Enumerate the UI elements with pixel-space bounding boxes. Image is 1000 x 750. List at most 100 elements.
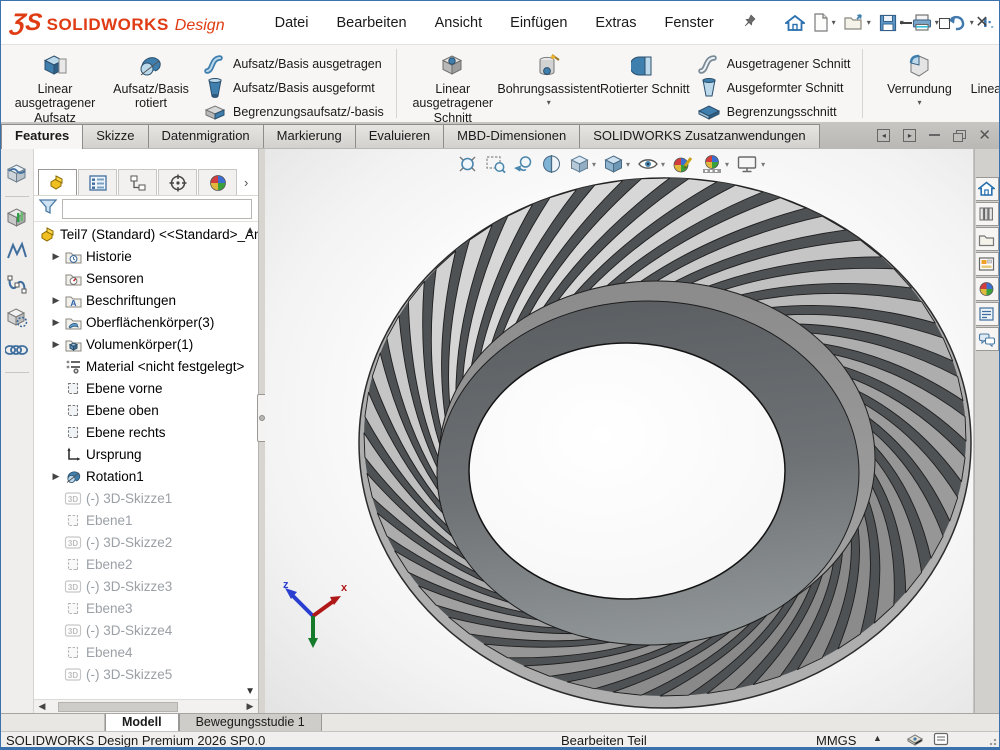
- tree-item-ebene-oben[interactable]: Ebene oben: [34, 399, 258, 421]
- view-settings-dropdown-caret[interactable]: ▾: [761, 160, 765, 169]
- tree-item-3d-skizze4[interactable]: 3D(-) 3D-Skizze4: [34, 619, 258, 641]
- hscroll-thumb[interactable]: [58, 702, 178, 712]
- tab-evaluieren[interactable]: Evaluieren: [355, 124, 444, 148]
- tree-item-beschriftungen[interactable]: ▶ABeschriftungen: [34, 289, 258, 311]
- display-style-button[interactable]: ▾: [601, 152, 632, 176]
- panel-tab-propertymanager[interactable]: [78, 169, 117, 195]
- pane-right-button[interactable]: ▸: [903, 129, 916, 142]
- panel-tab-dimxpert[interactable]: [158, 169, 197, 195]
- resize-grip[interactable]: [987, 736, 997, 746]
- panel-tabs-overflow[interactable]: ›: [240, 175, 252, 190]
- close-button[interactable]: ✕: [975, 16, 989, 30]
- tree-item-ebene1[interactable]: Ebene1: [34, 509, 258, 531]
- ribbon-button-aufsatz-basis-rotiert[interactable]: Aufsatz/Basis rotiert: [103, 48, 199, 111]
- edit-appearance-button[interactable]: [670, 152, 696, 176]
- mass-tag-button[interactable]: [906, 732, 924, 746]
- tree-item-3d-skizze3[interactable]: 3D(-) 3D-Skizze3: [34, 575, 258, 597]
- tree-item-rotation1[interactable]: ▶Rotation1: [34, 465, 258, 487]
- tab-skizze[interactable]: Skizze: [82, 124, 148, 148]
- hscroll-left-arrow[interactable]: ◀: [34, 701, 50, 712]
- apply-scene-dropdown-caret[interactable]: ▾: [725, 160, 729, 169]
- open-folder-button[interactable]: ▾: [841, 11, 874, 34]
- tree-expand-arrow[interactable]: ▶: [48, 339, 64, 350]
- panel-tab-appearances[interactable]: [198, 169, 237, 195]
- doc-minimize-button[interactable]: [929, 134, 940, 136]
- tree-expand-arrow[interactable]: ▶: [48, 471, 64, 482]
- tree-horizontal-scrollbar[interactable]: ◀ ▶: [34, 699, 258, 713]
- maximize-button[interactable]: [937, 16, 951, 30]
- sketch3d-tool-button[interactable]: [3, 302, 31, 332]
- design-library-button[interactable]: [976, 202, 999, 226]
- tree-expand-arrow[interactable]: ▶: [48, 295, 64, 306]
- panel-tab-configurationmanager[interactable]: [118, 169, 157, 195]
- ribbon-button-bohrungsassistent[interactable]: Bohrungsassistent▾: [501, 48, 597, 107]
- ribbon-button-begrenzungsaufsatz-basis[interactable]: Begrenzungsaufsatz/-basis: [199, 100, 388, 124]
- zoom-fit-button[interactable]: [455, 152, 480, 176]
- open-folder-dropdown-caret[interactable]: ▾: [867, 18, 871, 27]
- solid-tool-button[interactable]: [3, 203, 31, 233]
- menu-datei[interactable]: Datei: [263, 9, 321, 37]
- menu-fenster[interactable]: Fenster: [653, 9, 726, 37]
- display-style-dropdown-caret[interactable]: ▾: [626, 160, 630, 169]
- tree-item-3d-skizze2[interactable]: 3D(-) 3D-Skizze2: [34, 531, 258, 553]
- appearances-scenes-button[interactable]: [976, 277, 999, 301]
- study-tab-bewegungsstudie-1[interactable]: Bewegungsstudie 1: [179, 714, 322, 731]
- menu-einfgen[interactable]: Einfügen: [498, 9, 579, 37]
- hscroll-track[interactable]: [50, 701, 242, 713]
- ribbon-button-ausgeformter-schnitt[interactable]: Ausgeformter Schnitt: [693, 76, 855, 100]
- gear-model[interactable]: [265, 149, 974, 713]
- coil-tool-button[interactable]: [3, 335, 31, 365]
- doc-close-button[interactable]: ✕: [978, 126, 991, 144]
- tab-markierung[interactable]: Markierung: [263, 124, 356, 148]
- note-status-button[interactable]: [933, 732, 949, 746]
- pin-menu-button[interactable]: [736, 9, 764, 36]
- tab-datenmigration[interactable]: Datenmigration: [148, 124, 264, 148]
- curve-tool-button[interactable]: [3, 269, 31, 299]
- tree-scroll-up-arrow[interactable]: ▲: [245, 225, 255, 236]
- tree-item-3d-skizze1[interactable]: 3D(-) 3D-Skizze1: [34, 487, 258, 509]
- ribbon-dropdown-caret[interactable]: ▾: [917, 98, 921, 107]
- hide-show-items-button[interactable]: ▾: [635, 152, 667, 176]
- menu-extras[interactable]: Extras: [583, 9, 648, 37]
- ribbon-button-linear-ausgetragener-schnitt[interactable]: Linear ausgetragener Schnitt: [405, 48, 501, 125]
- ribbon-button-aufsatz-basis-ausgeformt[interactable]: Aufsatz/Basis ausgeformt: [199, 76, 388, 100]
- tree-item-ebene-vorne[interactable]: Ebene vorne: [34, 377, 258, 399]
- spline-tool-button[interactable]: [3, 236, 31, 266]
- study-tab-modell[interactable]: Modell: [105, 714, 179, 731]
- ribbon-button-begrenzungsschnitt[interactable]: Begrenzungsschnitt: [693, 100, 855, 124]
- apply-scene-button[interactable]: ▾: [699, 152, 731, 176]
- pane-left-button[interactable]: ◂: [877, 129, 890, 142]
- status-units[interactable]: MMGS: [816, 733, 856, 748]
- tree-item-material-nicht-festgelegt[interactable]: Material <nicht festgelegt>: [34, 355, 258, 377]
- ribbon-button-lineares-muster[interactable]: Lineares Muster▾: [967, 48, 1000, 107]
- ribbon-button-ausgetragener-schnitt[interactable]: Ausgetragener Schnitt: [693, 52, 855, 76]
- tree-item-ebene4[interactable]: Ebene4: [34, 641, 258, 663]
- tree-expand-arrow[interactable]: ▶: [48, 317, 64, 328]
- view-orientation-dropdown-caret[interactable]: ▾: [592, 160, 596, 169]
- ribbon-button-rotierter-schnitt[interactable]: Rotierter Schnitt: [597, 48, 693, 96]
- section-view-button[interactable]: [539, 152, 564, 176]
- tree-item-oberfl-chenk-rper-3[interactable]: ▶Oberflächenkörper(3): [34, 311, 258, 333]
- tree-expand-arrow[interactable]: ▶: [48, 251, 64, 262]
- view-settings-button[interactable]: ▾: [734, 152, 767, 176]
- ribbon-button-aufsatz-basis-ausgetragen[interactable]: Aufsatz/Basis ausgetragen: [199, 52, 388, 76]
- tree-filter-input[interactable]: [62, 199, 252, 219]
- home-button[interactable]: [782, 11, 808, 35]
- tree-item-3d-skizze5[interactable]: 3D(-) 3D-Skizze5: [34, 663, 258, 685]
- tree-item-ebene3[interactable]: Ebene3: [34, 597, 258, 619]
- hide-show-items-dropdown-caret[interactable]: ▾: [661, 160, 665, 169]
- menu-ansicht[interactable]: Ansicht: [423, 9, 495, 37]
- surface-tool-button[interactable]: [3, 159, 31, 189]
- hscroll-right-arrow[interactable]: ▶: [242, 701, 258, 712]
- tab-features[interactable]: Features: [1, 124, 83, 149]
- file-explorer-button[interactable]: [976, 227, 999, 251]
- tree-root-item[interactable]: Teil7 (Standard) <<Standard>_Anze: [34, 223, 258, 245]
- minimize-button[interactable]: [899, 16, 913, 30]
- tree-item-volumenk-rper-1[interactable]: ▶Volumenkörper(1): [34, 333, 258, 355]
- home-pane-button[interactable]: [976, 177, 999, 201]
- ribbon-dropdown-caret[interactable]: ▾: [547, 98, 551, 107]
- new-document-button[interactable]: ▾: [810, 10, 839, 35]
- forum-button[interactable]: [976, 327, 999, 351]
- units-dropdown-caret[interactable]: ▲: [873, 733, 882, 743]
- tree-item-ebene-rechts[interactable]: Ebene rechts: [34, 421, 258, 443]
